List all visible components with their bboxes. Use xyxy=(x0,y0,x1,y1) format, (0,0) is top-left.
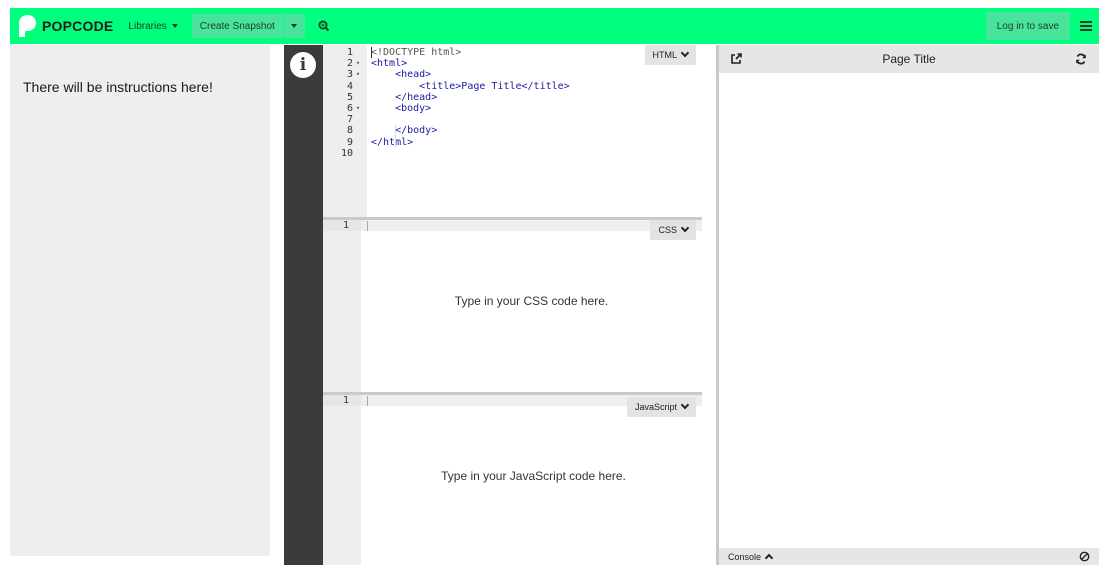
css-editor[interactable]: 1 CSS Type in your CSS code here. xyxy=(323,220,702,392)
line-number: 6 ▾ xyxy=(323,103,363,114)
line-number: 2 ▾ xyxy=(323,58,363,69)
console-bar[interactable]: Console xyxy=(719,548,1099,565)
code-line: <title>Page Title</title> xyxy=(371,80,570,92)
javascript-language-tab[interactable]: JavaScript xyxy=(626,397,696,417)
create-snapshot-button[interactable]: Create Snapshot xyxy=(191,14,283,38)
console-label: Console xyxy=(728,551,762,562)
fold-toggle-icon[interactable]: ▾ xyxy=(353,69,363,80)
preview-page-title: Page Title xyxy=(882,52,936,66)
text-cursor xyxy=(371,47,372,58)
line-number: 3 ▾ xyxy=(323,69,363,80)
text-cursor xyxy=(367,396,368,406)
chevron-up-icon xyxy=(764,553,774,563)
code-line: </body> xyxy=(371,125,438,137)
javascript-placeholder: Type in your JavaScript code here. xyxy=(441,469,626,483)
css-language-tab[interactable]: CSS xyxy=(650,220,696,240)
instructions-panel: There will be instructions here! xyxy=(10,45,270,556)
javascript-editor[interactable]: 1 JavaScript Type in your JavaScript cod… xyxy=(323,395,702,565)
fold-toggle-icon[interactable]: ▾ xyxy=(353,103,363,114)
clear-console-icon[interactable] xyxy=(1079,551,1090,562)
instructions-text: There will be instructions here! xyxy=(23,79,213,95)
info-sidebar: i xyxy=(284,45,323,565)
line-number: 5 xyxy=(323,92,363,103)
html-language-tab[interactable]: HTML xyxy=(644,45,696,65)
line-number: 10 xyxy=(323,148,363,159)
js-line-number: 1 xyxy=(323,395,361,406)
hamburger-icon[interactable] xyxy=(1080,21,1092,31)
css-placeholder: Type in your CSS code here. xyxy=(454,294,609,308)
editors-column: 1 2 ▾ 3 ▾ 4 5 6 ▾ 7 8 9 10 <!DOCTYPE html> <html> <he… xyxy=(323,45,702,565)
snapshot-group: Create Snapshot xyxy=(191,14,305,38)
preview-panel: Page Title Console xyxy=(716,45,1099,565)
top-bar: POPCODE Libraries Create Snapshot Log in… xyxy=(10,8,1099,44)
html-code[interactable]: <!DOCTYPE html> <html> <head> <title>Page… xyxy=(371,47,570,159)
line-number: 9 xyxy=(323,137,363,148)
chevron-down-icon xyxy=(171,24,178,28)
chevron-down-icon xyxy=(680,223,690,233)
code-line: </html> xyxy=(371,136,414,148)
text-cursor xyxy=(367,221,368,231)
js-gutter xyxy=(323,395,361,565)
external-link-icon[interactable] xyxy=(730,53,742,65)
line-number: 4 xyxy=(323,81,363,92)
code-line: <!DOCTYPE html> xyxy=(371,47,462,58)
preview-header: Page Title xyxy=(719,45,1099,73)
line-number: 8 xyxy=(323,125,363,136)
libraries-menu[interactable]: Libraries xyxy=(128,20,178,32)
chevron-down-icon xyxy=(680,400,690,410)
code-line: <head> xyxy=(371,69,432,81)
brand-name: POPCODE xyxy=(42,18,114,34)
line-number: 7 xyxy=(323,114,363,125)
refresh-icon[interactable] xyxy=(1075,53,1087,65)
search-icon[interactable] xyxy=(317,19,331,33)
chevron-down-icon xyxy=(680,48,690,58)
css-gutter xyxy=(323,220,361,392)
popcode-logo-icon xyxy=(19,15,36,37)
chevron-down-icon xyxy=(291,24,298,28)
html-editor[interactable]: 1 2 ▾ 3 ▾ 4 5 6 ▾ 7 8 9 10 <!DOCTYPE html> <html> <he… xyxy=(323,45,702,217)
code-line: <html> xyxy=(371,58,408,70)
code-line: </head> xyxy=(371,91,438,103)
code-line: <body> xyxy=(371,102,432,114)
libraries-label: Libraries xyxy=(128,20,167,32)
logo[interactable]: POPCODE xyxy=(16,15,113,37)
info-icon[interactable]: i xyxy=(290,52,316,78)
snapshot-dropdown-button[interactable] xyxy=(282,14,305,38)
fold-toggle-icon[interactable]: ▾ xyxy=(353,58,363,69)
line-number: 1 xyxy=(323,47,363,58)
css-line-number: 1 xyxy=(323,220,361,231)
html-line-numbers: 1 2 ▾ 3 ▾ 4 5 6 ▾ 7 8 9 10 xyxy=(323,47,363,159)
login-button[interactable]: Log in to save xyxy=(985,12,1070,40)
